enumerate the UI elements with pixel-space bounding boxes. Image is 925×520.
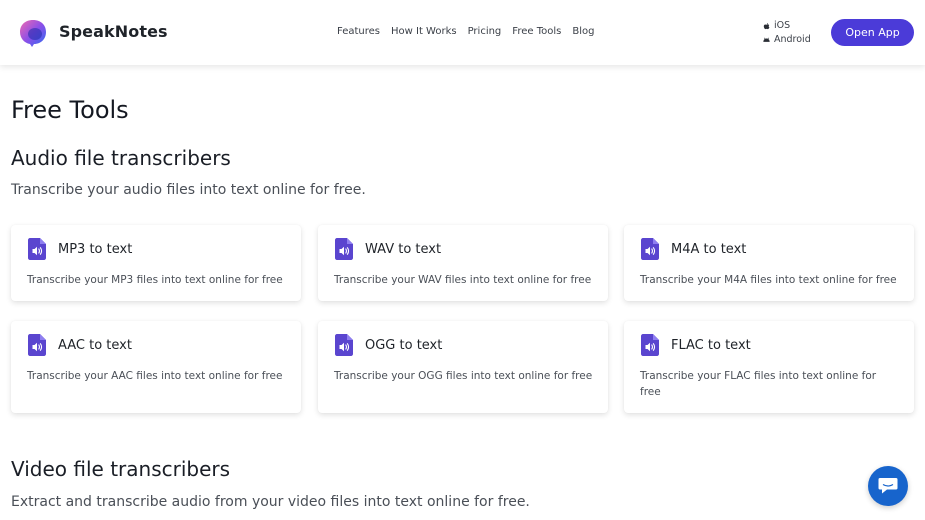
tool-card-m4a[interactable]: M4A to text Transcribe your M4A files in… bbox=[624, 225, 914, 301]
apple-icon bbox=[763, 22, 770, 29]
card-title: M4A to text bbox=[671, 242, 747, 257]
open-app-button[interactable]: Open App bbox=[831, 19, 914, 46]
platform-android-label: Android bbox=[774, 34, 811, 45]
card-title: AAC to text bbox=[58, 338, 132, 353]
card-title: MP3 to text bbox=[58, 242, 133, 257]
audio-file-icon bbox=[335, 238, 353, 260]
platform-links: iOS Android bbox=[762, 19, 811, 47]
platform-ios-label: iOS bbox=[774, 20, 791, 31]
tool-card-ogg[interactable]: OGG to text Transcribe your OGG files in… bbox=[318, 321, 608, 413]
audio-file-icon bbox=[28, 334, 46, 356]
nav-pricing[interactable]: Pricing bbox=[468, 26, 502, 37]
audio-section-description: Transcribe your audio files into text on… bbox=[11, 182, 366, 198]
brand-name[interactable]: SpeakNotes bbox=[59, 22, 168, 41]
card-title: WAV to text bbox=[365, 242, 442, 257]
audio-section-title: Audio file transcribers bbox=[11, 146, 231, 170]
nav-how-it-works[interactable]: How It Works bbox=[391, 26, 457, 37]
card-description: Transcribe your M4A files into text onli… bbox=[640, 274, 897, 286]
audio-file-icon bbox=[641, 334, 659, 356]
audio-file-icon bbox=[335, 334, 353, 356]
tool-card-aac[interactable]: AAC to text Transcribe your AAC files in… bbox=[11, 321, 301, 413]
card-description: Transcribe your FLAC files into text onl… bbox=[640, 370, 877, 398]
page-title: Free Tools bbox=[11, 96, 129, 124]
video-section-description: Extract and transcribe audio from your v… bbox=[11, 494, 530, 510]
card-description: Transcribe your AAC files into text onli… bbox=[27, 370, 283, 382]
nav-blog[interactable]: Blog bbox=[572, 26, 594, 37]
top-navbar: SpeakNotes Features How It Works Pricing… bbox=[0, 0, 925, 65]
chat-bubble-icon bbox=[878, 478, 898, 494]
chat-launcher-button[interactable] bbox=[868, 466, 908, 506]
tool-card-flac[interactable]: FLAC to text Transcribe your FLAC files … bbox=[624, 321, 914, 413]
main-nav: Features How It Works Pricing Free Tools… bbox=[337, 26, 594, 37]
card-description: Transcribe your MP3 files into text onli… bbox=[27, 274, 283, 286]
nav-free-tools[interactable]: Free Tools bbox=[512, 26, 561, 37]
tool-card-wav[interactable]: WAV to text Transcribe your WAV files in… bbox=[318, 225, 608, 301]
card-title: FLAC to text bbox=[671, 338, 751, 353]
audio-file-icon bbox=[28, 238, 46, 260]
card-description: Transcribe your OGG files into text onli… bbox=[334, 370, 593, 382]
video-section-title: Video file transcribers bbox=[11, 457, 231, 481]
tool-card-mp3[interactable]: MP3 to text Transcribe your MP3 files in… bbox=[11, 225, 301, 301]
card-description: Transcribe your WAV files into text onli… bbox=[334, 274, 592, 286]
platform-android[interactable]: Android bbox=[762, 33, 811, 47]
platform-ios[interactable]: iOS bbox=[762, 19, 811, 33]
card-title: OGG to text bbox=[365, 338, 443, 353]
audio-file-icon bbox=[641, 238, 659, 260]
android-icon bbox=[763, 37, 770, 42]
nav-features[interactable]: Features bbox=[337, 26, 380, 37]
speaknotes-logo-icon[interactable] bbox=[18, 18, 48, 48]
